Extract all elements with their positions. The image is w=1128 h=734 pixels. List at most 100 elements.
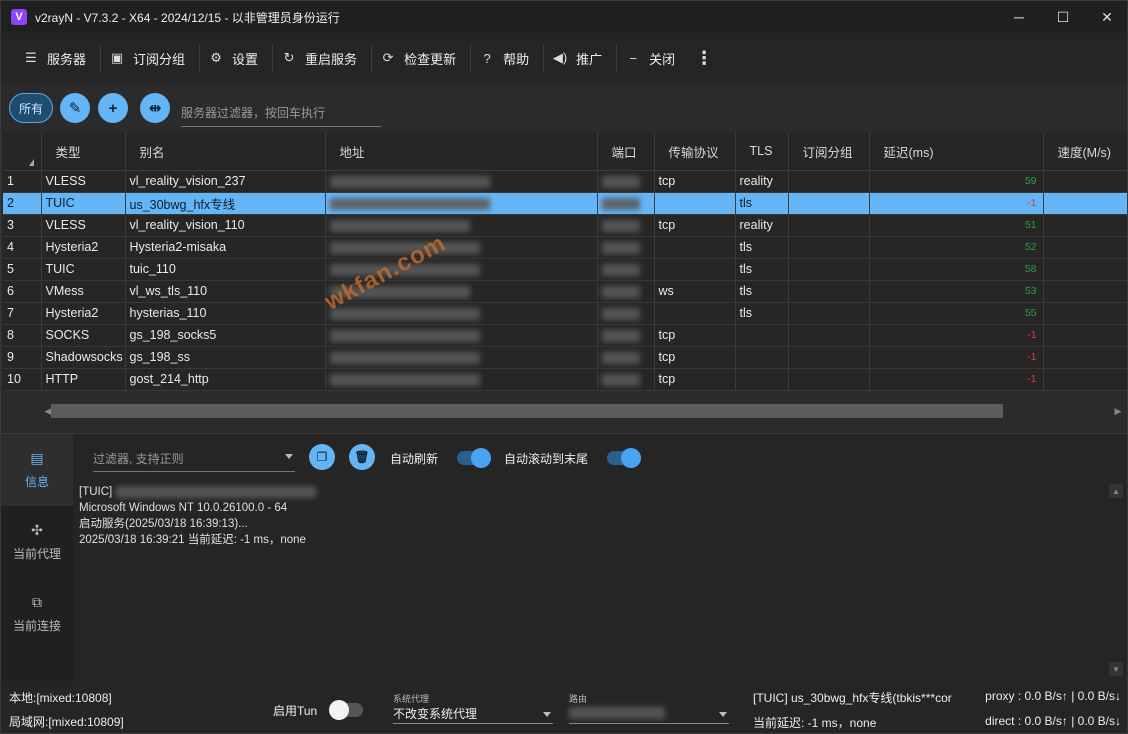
all-servers-chip[interactable]: 所有: [9, 93, 53, 123]
table-row[interactable]: 9 Shadowsocks gs_198_ss tcp -1: [3, 346, 1127, 369]
connection-icon: ⧉: [32, 594, 42, 610]
cell-subscription: [788, 214, 870, 237]
system-proxy-select[interactable]: 不改变系统代理: [393, 702, 553, 724]
redacted-text: [601, 263, 640, 276]
cell-index: 10: [3, 368, 42, 391]
log-line: 启动服务(2025/03/18 16:39:13)...: [79, 518, 248, 530]
table-row[interactable]: 1 VLESS vl_reality_vision_237 tcp reality 59: [3, 170, 1127, 193]
toolbar-help-button[interactable]: ? 帮助: [471, 33, 543, 83]
scroll-up-icon[interactable]: ▲: [1109, 484, 1123, 498]
cell-alias: gost_214_http: [125, 368, 326, 391]
header-delay[interactable]: 延迟(ms): [869, 133, 1044, 171]
table-row[interactable]: 8 SOCKS gs_198_socks5 tcp -1: [3, 324, 1127, 347]
redacted-text: [329, 219, 470, 232]
minimize-button[interactable]: ─: [997, 1, 1041, 33]
tun-toggle[interactable]: [329, 700, 363, 720]
toolbar-restart-button[interactable]: ↻ 重启服务: [273, 33, 371, 83]
header-index[interactable]: [3, 133, 42, 171]
cell-subscription: [788, 236, 870, 259]
server-table: 类型 别名 地址 端口 传输协议 TLS 订阅分组 延迟(ms) 速度(M/s)…: [3, 133, 1127, 391]
header-type[interactable]: 类型: [41, 133, 126, 171]
table-row[interactable]: 3 VLESS vl_reality_vision_110 tcp reality 51: [3, 214, 1127, 237]
log-line: [TUIC]: [79, 484, 1105, 500]
cell-speed: [1043, 258, 1127, 281]
table-row[interactable]: 2 TUIC us_30bwg_hfx专线 tls -1: [3, 192, 1127, 215]
nav-label: 当前代理: [12, 547, 61, 561]
log-line: Microsoft Windows NT 10.0.26100.0 - 64: [79, 502, 288, 514]
redacted-text: [329, 307, 480, 320]
cell-subscription: [788, 170, 870, 193]
chevron-down-icon[interactable]: [285, 454, 293, 459]
horizontal-scrollbar[interactable]: ◀ ▶: [41, 403, 1125, 419]
header-alias[interactable]: 别名: [125, 133, 326, 171]
toolbar-update-button[interactable]: ⟳ 检查更新: [372, 33, 470, 83]
more-options-icon[interactable]: ⋮: [695, 48, 713, 69]
header-port[interactable]: 端口: [597, 133, 655, 171]
nav-current-connections[interactable]: ⧉ 当前连接: [1, 578, 73, 650]
promote-icon: ◀): [552, 50, 568, 65]
cell-transport: ws: [654, 280, 736, 303]
speed-test-icon: ⇹: [148, 100, 162, 117]
server-filter-input[interactable]: [181, 99, 381, 127]
toolbar-label: 服务器: [47, 51, 87, 67]
speed-test-button[interactable]: ⇹: [140, 93, 170, 123]
cell-delay: 51: [869, 214, 1044, 237]
cell-alias: vl_reality_vision_237: [125, 170, 326, 193]
cell-subscription: [788, 368, 870, 391]
cell-index: 8: [3, 324, 42, 347]
redacted-text: [329, 175, 490, 188]
routing-select[interactable]: [569, 702, 729, 724]
header-transport[interactable]: 传输协议: [654, 133, 736, 171]
table-row[interactable]: 4 Hysteria2 Hysteria2-misaka tls 52: [3, 236, 1127, 259]
scroll-down-icon[interactable]: ▼: [1109, 662, 1123, 676]
table-row[interactable]: 7 Hysteria2 hysterias_110 tls 55: [3, 302, 1127, 325]
cell-port: [597, 302, 655, 325]
toolbar-promote-button[interactable]: ◀) 推广: [544, 33, 616, 83]
log-filter-input[interactable]: [93, 446, 295, 472]
toggle-knob: [329, 700, 349, 720]
cell-tls: tls: [735, 236, 789, 259]
redacted-text: [601, 285, 640, 298]
copy-log-button[interactable]: ❐: [309, 444, 335, 470]
log-output[interactable]: [TUIC] Microsoft Windows NT 10.0.26100.0…: [79, 484, 1105, 674]
cell-delay: -1: [869, 192, 1044, 215]
redacted-text: [601, 329, 640, 342]
header-tls[interactable]: TLS: [735, 133, 789, 171]
header-subscription[interactable]: 订阅分组: [788, 133, 870, 171]
cell-port: [597, 346, 655, 369]
header-address[interactable]: 地址: [325, 133, 598, 171]
toolbar-settings-button[interactable]: ⚙ 设置: [200, 33, 272, 83]
cell-tls: reality: [735, 170, 789, 193]
nav-current-proxy[interactable]: ✣ 当前代理: [1, 506, 73, 578]
close-window-button[interactable]: ✕: [1085, 1, 1127, 33]
status-bar: 本地:[mixed:10808] 局域网:[mixed:10809] 启用Tun…: [1, 681, 1127, 733]
cell-alias: gs_198_ss: [125, 346, 326, 369]
scrollbar-thumb[interactable]: [51, 404, 1003, 418]
scroll-right-icon[interactable]: ▶: [1111, 403, 1125, 419]
table-row[interactable]: 6 VMess vl_ws_tls_110 ws tls 53: [3, 280, 1127, 303]
auto-refresh-toggle[interactable]: [457, 448, 491, 468]
toolbar-label: 帮助: [503, 51, 530, 67]
header-speed[interactable]: 速度(M/s): [1043, 133, 1127, 171]
add-server-button[interactable]: +: [98, 93, 128, 123]
cell-tls: tls: [735, 302, 789, 325]
toolbar-servers-button[interactable]: ☰ 服务器: [15, 33, 100, 83]
toolbar-subscription-button[interactable]: ▣ 订阅分组: [101, 33, 199, 83]
clear-log-button[interactable]: 🗑: [349, 444, 375, 470]
table-row[interactable]: 5 TUIC tuic_110 tls 58: [3, 258, 1127, 281]
edit-server-button[interactable]: ✎: [60, 93, 90, 123]
cell-type: VLESS: [41, 170, 126, 193]
lan-port-text: 局域网:[mixed:10809]: [9, 715, 124, 729]
nav-info[interactable]: ▤ 信息: [1, 434, 73, 506]
cell-subscription: [788, 324, 870, 347]
sort-indicator-icon: [29, 158, 34, 166]
maximize-button[interactable]: ☐: [1041, 1, 1085, 33]
toolbar-close-button[interactable]: − 关闭: [617, 33, 689, 83]
table-row[interactable]: 10 HTTP gost_214_http tcp -1: [3, 368, 1127, 391]
cell-index: 7: [3, 302, 42, 325]
nav-label: 信息: [24, 475, 49, 489]
toolbar-label: 设置: [232, 51, 259, 67]
auto-scroll-toggle[interactable]: [607, 448, 641, 468]
redacted-text: [601, 241, 640, 254]
cell-alias: vl_ws_tls_110: [125, 280, 326, 303]
